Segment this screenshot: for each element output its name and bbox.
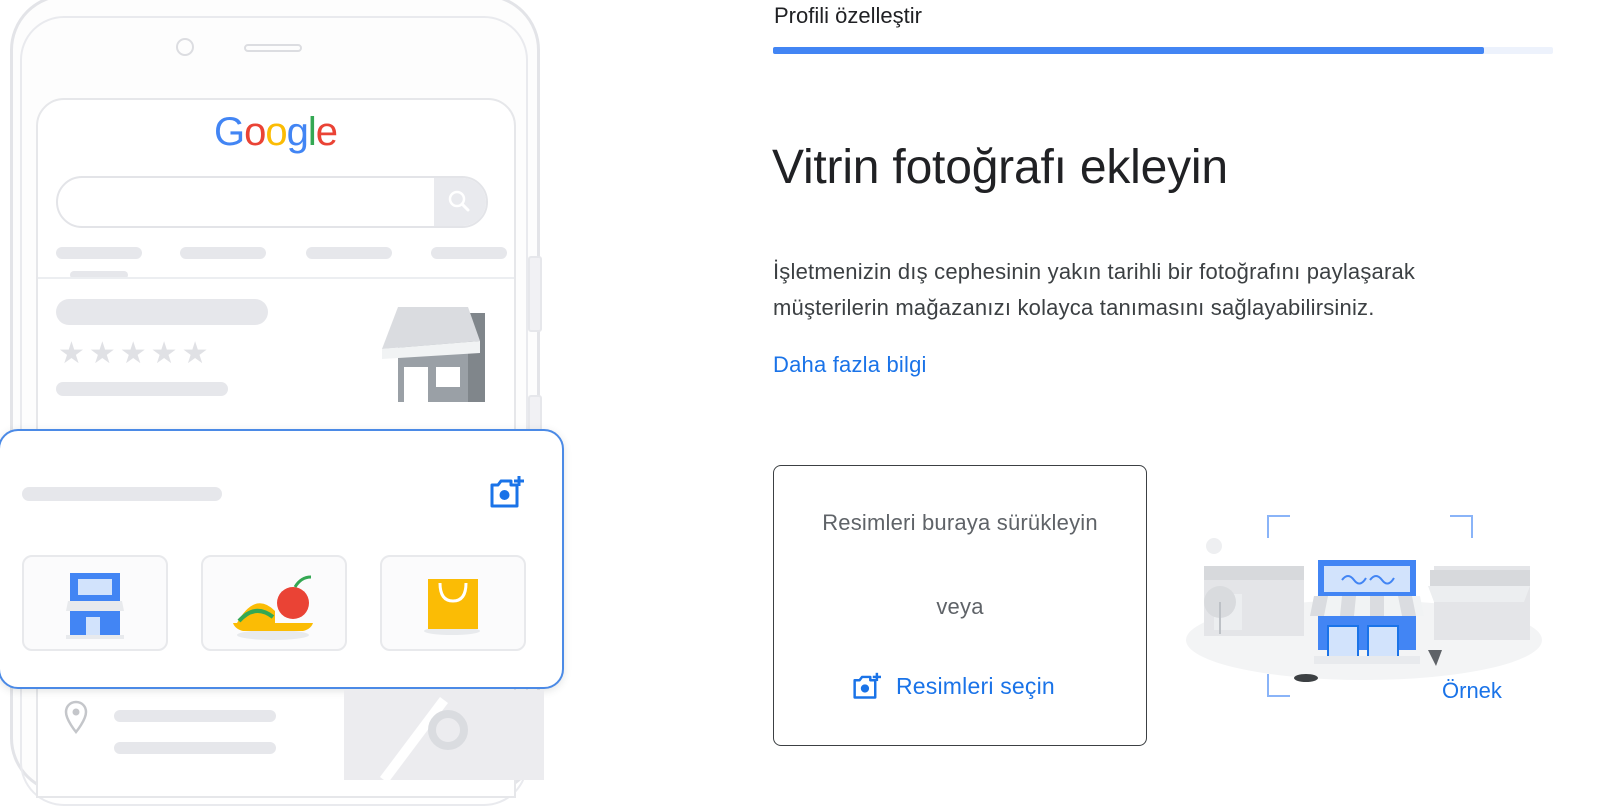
select-images-label: Resimleri seçin [896, 672, 1055, 699]
thumbnail-storefront [22, 555, 168, 651]
placeholder-chip [180, 247, 266, 259]
thumbnail-shopping-bag [380, 555, 526, 651]
logo-letter: o [265, 110, 287, 154]
drag-instructions: Resimleri buraya sürükleyin [822, 510, 1098, 535]
placeholder-line [114, 710, 276, 722]
map-preview [344, 690, 544, 783]
placeholder-title [56, 299, 268, 325]
phone-camera [176, 38, 194, 56]
mock-search-bar [56, 176, 488, 228]
storefront-icon [382, 307, 485, 402]
thumbnail-food [201, 555, 347, 651]
phone-side-button [528, 256, 542, 332]
placeholder-line [56, 382, 228, 396]
google-logo: Google [214, 110, 338, 155]
location-pin-icon [64, 700, 88, 734]
placeholder-chip [56, 247, 142, 259]
description-text: İşletmenizin dış cephesinin yakın tarihl… [773, 259, 1416, 320]
page-heading: Vitrin fotoğrafı ekleyin [772, 141, 1228, 194]
map-roads [380, 697, 468, 783]
step-title: Profili özelleştir [774, 3, 922, 28]
logo-letter: e [315, 110, 338, 154]
food-icon [233, 575, 313, 640]
placeholder-chip [306, 247, 392, 259]
rating-stars: ★★★★★ [58, 337, 213, 370]
select-images-button[interactable]: Resimleri seçin [852, 672, 1055, 700]
add-photo-card [0, 429, 564, 689]
example-label: Örnek [1442, 678, 1502, 703]
logo-letter: G [214, 110, 245, 154]
search-icon [448, 190, 470, 212]
logo-letter: g [286, 110, 309, 154]
progress-bar-fill [773, 47, 1484, 54]
progress-bar [773, 47, 1553, 54]
placeholder-chip [431, 247, 507, 259]
or-separator: veya [936, 594, 984, 619]
shopping-bag-icon [424, 579, 480, 635]
divider [38, 277, 514, 279]
add-photo-icon [853, 672, 881, 699]
placeholder-line [114, 742, 276, 754]
photo-dropzone[interactable]: Resimleri buraya sürükleyin veya Resimle… [773, 465, 1147, 746]
mock-search-button [434, 178, 486, 226]
storefront-icon [66, 573, 124, 639]
logo-letter: l [307, 110, 317, 154]
logo-letter: o [244, 110, 266, 154]
phone-speaker [244, 44, 302, 52]
learn-more-link[interactable]: Daha fazla bilgi [773, 352, 927, 378]
add-photo-icon [490, 476, 524, 508]
placeholder-line [22, 487, 222, 501]
